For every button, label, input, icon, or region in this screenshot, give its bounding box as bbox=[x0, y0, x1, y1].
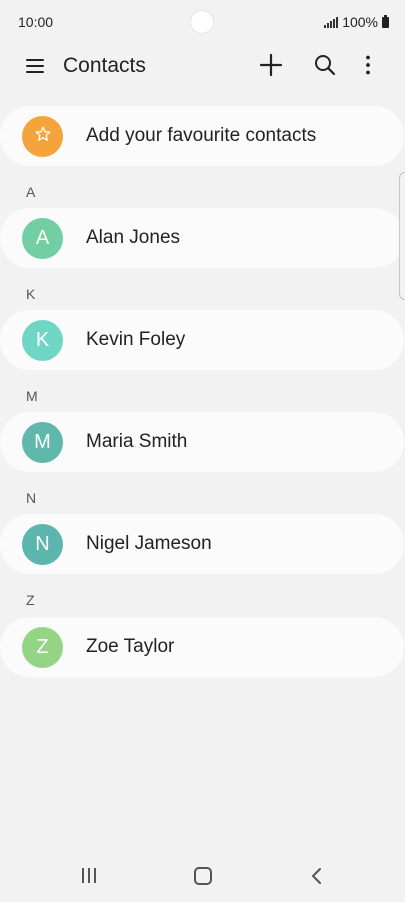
contact-item[interactable]: K Kevin Foley bbox=[0, 310, 404, 370]
contact-avatar: M bbox=[22, 422, 63, 463]
app-bar: Contacts bbox=[0, 46, 405, 86]
status-time: 10:00 bbox=[18, 14, 54, 30]
section-header-a: A bbox=[26, 184, 36, 200]
contact-name: Alan Jones bbox=[86, 227, 181, 248]
battery-icon bbox=[382, 14, 389, 28]
status-indicators: 100% bbox=[324, 14, 389, 30]
more-options-icon[interactable] bbox=[356, 53, 380, 77]
navigation-bar bbox=[0, 852, 405, 902]
search-icon[interactable] bbox=[313, 53, 337, 77]
section-header-m: M bbox=[26, 388, 38, 404]
contact-item[interactable]: A Alan Jones bbox=[0, 208, 404, 268]
contact-name: Maria Smith bbox=[86, 431, 188, 452]
contact-name: Zoe Taylor bbox=[86, 636, 175, 657]
camera-cutout bbox=[191, 11, 213, 33]
contact-item[interactable]: Z Zoe Taylor bbox=[0, 617, 404, 677]
status-bar: 10:00 100% bbox=[0, 0, 405, 46]
contact-avatar: K bbox=[22, 320, 63, 361]
contact-name: Kevin Foley bbox=[86, 329, 186, 350]
fast-scroll-handle[interactable] bbox=[399, 172, 405, 300]
star-icon bbox=[34, 125, 52, 149]
contact-avatar: Z bbox=[22, 627, 63, 668]
page-title: Contacts bbox=[63, 54, 146, 77]
contact-avatar: N bbox=[22, 524, 63, 565]
section-header-k: K bbox=[26, 286, 36, 302]
battery-percentage: 100% bbox=[342, 14, 378, 30]
add-icon[interactable] bbox=[259, 53, 283, 77]
recents-icon[interactable] bbox=[80, 867, 100, 885]
back-icon[interactable] bbox=[308, 866, 326, 886]
contact-avatar: A bbox=[22, 218, 63, 259]
home-icon[interactable] bbox=[193, 866, 212, 885]
contact-name: Nigel Jameson bbox=[86, 533, 212, 554]
section-header-z: Z bbox=[26, 592, 35, 608]
signal-icon bbox=[324, 16, 339, 28]
favourites-label: Add your favourite contacts bbox=[86, 125, 317, 146]
menu-icon[interactable] bbox=[26, 56, 46, 76]
section-header-n: N bbox=[26, 490, 37, 506]
contact-item[interactable]: M Maria Smith bbox=[0, 412, 404, 472]
favourites-avatar bbox=[22, 116, 63, 157]
contact-item[interactable]: N Nigel Jameson bbox=[0, 514, 404, 574]
add-favourites-button[interactable]: Add your favourite contacts bbox=[0, 106, 404, 166]
